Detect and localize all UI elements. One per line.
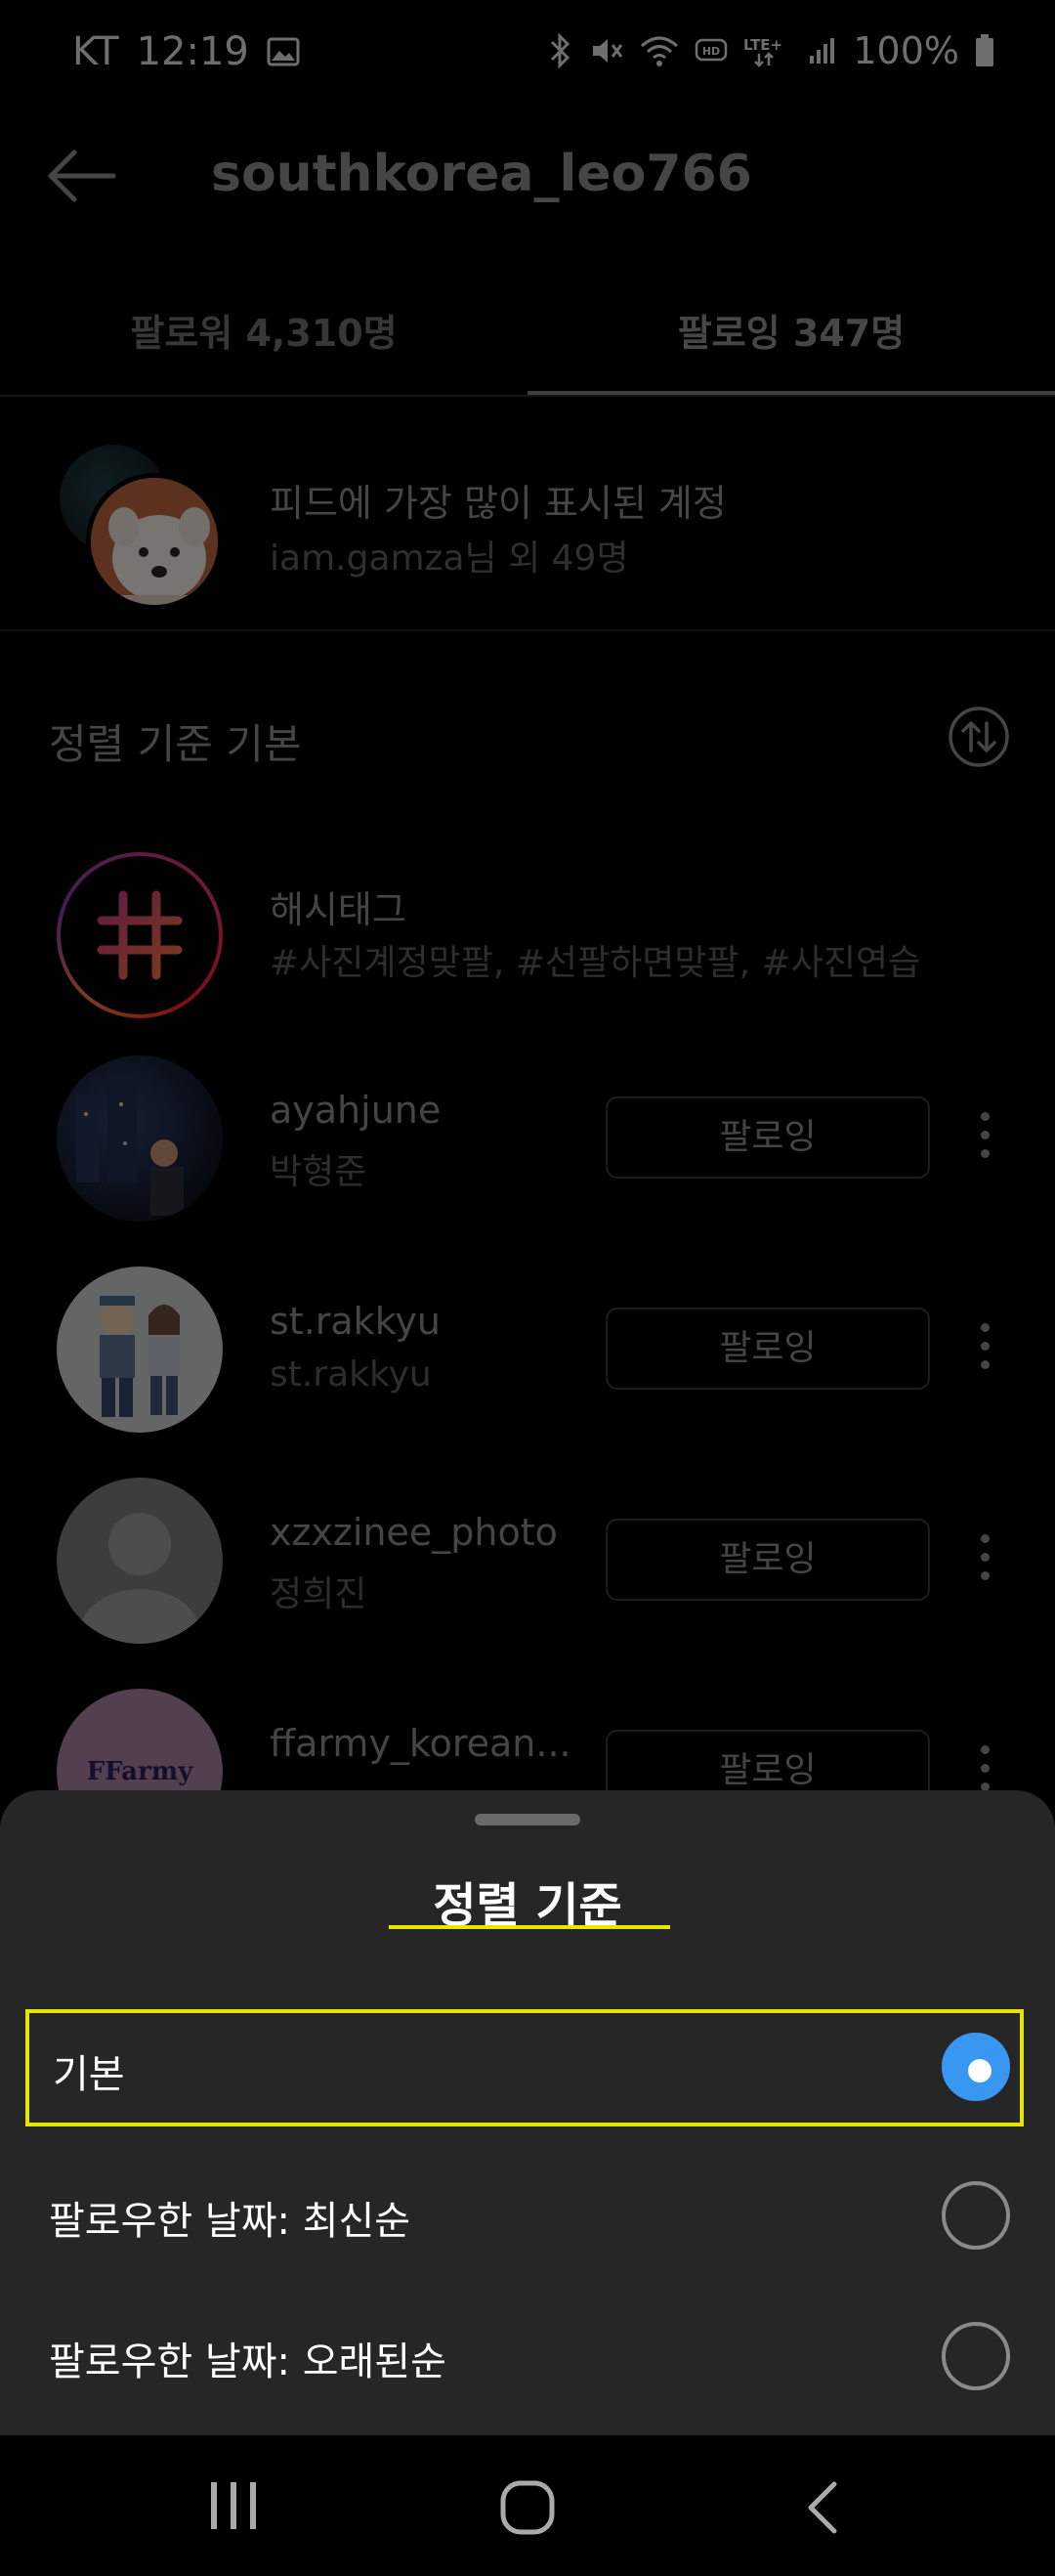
recent-apps-icon[interactable]: [207, 2478, 260, 2533]
system-nav-bar: [0, 2435, 1055, 2576]
home-icon[interactable]: [498, 2478, 557, 2537]
sheet-drag-handle[interactable]: [475, 1814, 580, 1825]
sort-option-default[interactable]: 기본: [25, 2009, 1024, 2126]
radio-unselected-icon[interactable]: [942, 2322, 1010, 2390]
dim-overlay[interactable]: [0, 0, 1055, 1790]
sort-option-oldest[interactable]: 팔로우한 날짜: 오래된순: [25, 2297, 1024, 2414]
radio-selected-icon[interactable]: [942, 2033, 1010, 2101]
radio-unselected-icon[interactable]: [942, 2181, 1010, 2250]
sort-bottom-sheet: 정렬 기준 기본 팔로우한 날짜: 최신순 팔로우한 날짜: 오래된순: [0, 1790, 1055, 2435]
back-icon[interactable]: [803, 2478, 842, 2537]
sort-option-label: 팔로우한 날짜: 오래된순: [49, 2340, 446, 2384]
following-screen: KT 12:19 HD: [0, 0, 1055, 1790]
sort-option-newest[interactable]: 팔로우한 날짜: 최신순: [25, 2156, 1024, 2273]
title-highlight: [389, 1925, 670, 1929]
sort-option-label: 팔로우한 날짜: 최신순: [49, 2199, 411, 2244]
sort-option-label: 기본: [53, 2052, 125, 2097]
